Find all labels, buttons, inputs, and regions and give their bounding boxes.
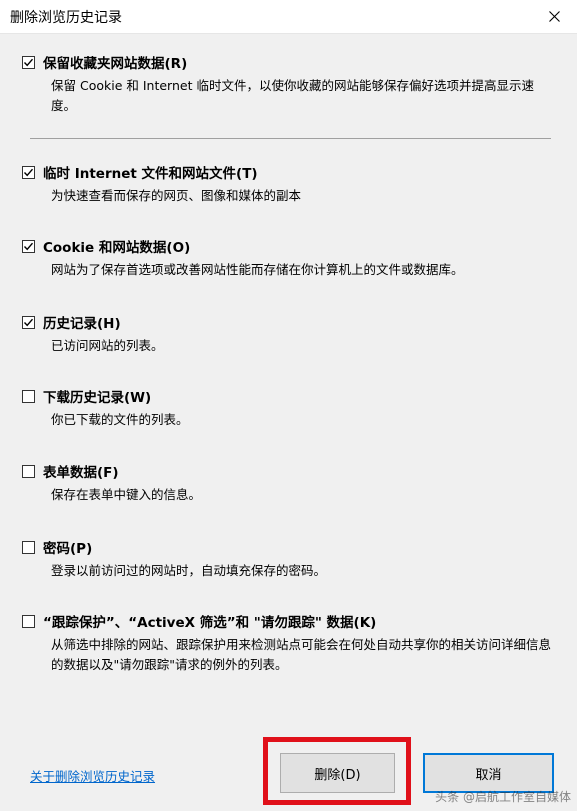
checkbox-history[interactable] (22, 315, 35, 329)
option-label[interactable]: 下载历史记录(W) (43, 386, 151, 406)
option-description: 为快速查看而保存的网页、图像和媒体的副本 (51, 188, 302, 203)
option-passwords: 密码(P) 登录以前访问过的网站时，自动填充保存的密码。 (22, 537, 552, 581)
option-label[interactable]: 密码(P) (43, 537, 92, 557)
option-label[interactable]: 表单数据(F) (43, 461, 119, 481)
checkbox-passwords[interactable] (22, 540, 35, 554)
checkbox-temp-files[interactable] (22, 165, 35, 179)
checkmark-icon (23, 318, 34, 326)
option-label[interactable]: “跟踪保护”、“ActiveX 筛选”和 "请勿跟踪" 数据(K) (43, 611, 376, 631)
option-cookies: Cookie 和网站数据(O) 网站为了保存首选项或改善网站性能而存储在你计算机… (22, 236, 552, 280)
option-download-history: 下载历史记录(W) 你已下载的文件的列表。 (22, 386, 552, 430)
option-description: 网站为了保存首选项或改善网站性能而存储在你计算机上的文件或数据库。 (51, 262, 464, 277)
checkbox-form-data[interactable] (22, 464, 35, 478)
checkbox-preserve-favorites[interactable] (22, 55, 35, 69)
option-description: 保存在表单中键入的信息。 (51, 487, 202, 502)
option-history: 历史记录(H) 已访问网站的列表。 (22, 312, 552, 356)
checkbox-tracking-protection[interactable] (22, 614, 35, 628)
checkmark-icon (23, 58, 34, 66)
option-label[interactable]: Cookie 和网站数据(O) (43, 236, 190, 256)
option-preserve-favorites: 保留收藏夹网站数据(R) 保留 Cookie 和 Internet 临时文件，以… (22, 52, 552, 116)
option-label[interactable]: 历史记录(H) (43, 312, 121, 332)
checkmark-icon (23, 242, 34, 250)
close-button[interactable] (531, 0, 577, 33)
option-temp-files: 临时 Internet 文件和网站文件(T) 为快速查看而保存的网页、图像和媒体… (22, 162, 552, 206)
option-label[interactable]: 临时 Internet 文件和网站文件(T) (43, 162, 258, 182)
delete-button[interactable]: 删除(D) (280, 753, 395, 793)
option-tracking-protection: “跟踪保护”、“ActiveX 筛选”和 "请勿跟踪" 数据(K) 从筛选中排除… (22, 611, 552, 675)
option-description: 保留 Cookie 和 Internet 临时文件，以使你收藏的网站能够保存偏好… (51, 78, 534, 113)
checkmark-icon (23, 168, 34, 176)
option-label[interactable]: 保留收藏夹网站数据(R) (43, 52, 187, 72)
option-description: 登录以前访问过的网站时，自动填充保存的密码。 (51, 563, 327, 578)
checkbox-cookies[interactable] (22, 239, 35, 253)
option-description: 你已下载的文件的列表。 (51, 412, 189, 427)
checkbox-download-history[interactable] (22, 389, 35, 403)
window-title: 删除浏览历史记录 (10, 10, 122, 26)
dialog-content: 保留收藏夹网站数据(R) 保留 Cookie 和 Internet 临时文件，以… (0, 34, 577, 811)
cancel-button[interactable]: 取消 (423, 753, 554, 793)
option-form-data: 表单数据(F) 保存在表单中键入的信息。 (22, 461, 552, 505)
close-icon (548, 11, 560, 22)
title-bar: 删除浏览历史记录 (0, 0, 577, 34)
about-delete-history-link[interactable]: 关于删除浏览历史记录 (30, 766, 155, 785)
separator (30, 138, 551, 139)
option-description: 已访问网站的列表。 (51, 338, 164, 353)
watermark: 头条 @启航工作室自媒体 (435, 790, 571, 804)
option-description: 从筛选中排除的网站、跟踪保护用来检测站点可能会在何处自动共享你的相关访问详细信息… (51, 637, 552, 672)
